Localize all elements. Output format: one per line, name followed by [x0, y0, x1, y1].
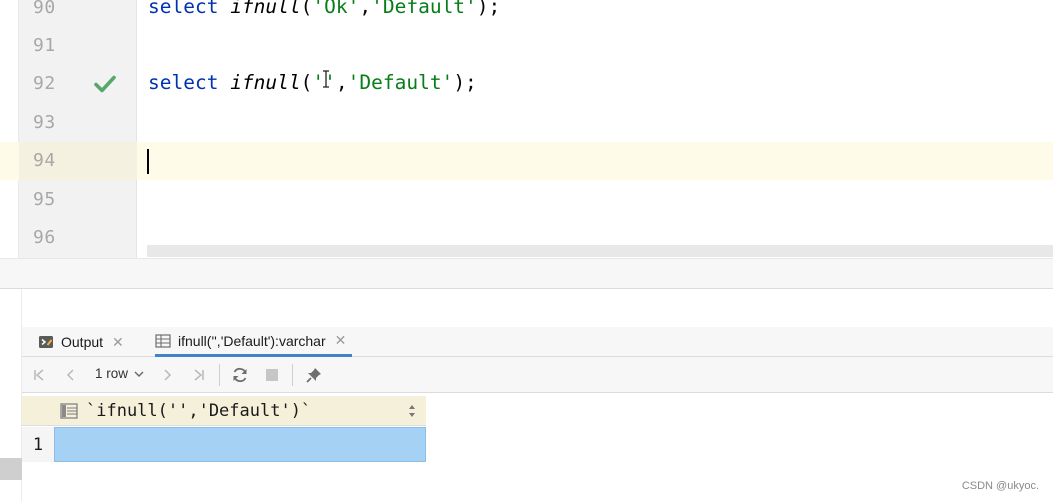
- row-count-label: 1 row: [95, 366, 129, 381]
- next-page-icon[interactable]: [157, 365, 177, 385]
- splitter[interactable]: [0, 258, 1053, 288]
- code-line[interactable]: 95: [0, 181, 1053, 219]
- gutter-cell: 91: [19, 27, 137, 65]
- code-line[interactable]: 93: [0, 104, 1053, 142]
- pin-icon[interactable]: [304, 365, 324, 385]
- result-grid: `ifnull('','Default')` 1: [22, 393, 1053, 501]
- row-marker: [0, 458, 22, 480]
- function-name: ifnull: [230, 71, 301, 94]
- line-number: 95: [33, 189, 56, 210]
- code-line[interactable]: 90 select ifnull('Ok','Default');: [0, 0, 1053, 27]
- services-tool-window: Output ✕ ifnull('','Default'):varchar ✕ …: [0, 288, 1053, 501]
- string-literal: 'Ok': [312, 0, 360, 18]
- result-toolbar: 1 row: [22, 357, 1053, 393]
- tab-bar: Output ✕ ifnull('','Default'):varchar ✕: [22, 327, 1053, 357]
- first-page-icon[interactable]: [29, 365, 49, 385]
- tab-label: ifnull('','Default'):varchar: [178, 332, 326, 349]
- function-name: ifnull: [230, 0, 301, 18]
- chevron-down-icon: [134, 371, 144, 377]
- prev-page-icon[interactable]: [61, 365, 81, 385]
- gutter-cell: 96: [19, 219, 137, 257]
- code-line[interactable]: 92 select ifnull('','Default');: [0, 65, 1053, 103]
- line-number: 94: [33, 150, 56, 171]
- comma: ,: [335, 71, 348, 94]
- code-text: select ifnull('Ok','Default');: [148, 0, 500, 18]
- tab-output[interactable]: Output ✕: [38, 327, 124, 357]
- line-number: 91: [33, 35, 56, 56]
- paren: (: [300, 0, 313, 18]
- code-line[interactable]: 91: [0, 27, 1053, 65]
- toolbar-separator: [219, 364, 220, 386]
- gutter-cell: 94: [19, 142, 137, 180]
- paren: (: [300, 71, 313, 94]
- column-name: `ifnull('','Default')`: [86, 400, 312, 421]
- row-count-dropdown[interactable]: 1 row: [95, 366, 145, 381]
- check-icon[interactable]: [93, 72, 117, 96]
- text-caret: [147, 149, 149, 174]
- table-icon: [155, 333, 171, 348]
- result-cell[interactable]: [54, 427, 426, 462]
- console-icon: [39, 336, 53, 348]
- line-number: 96: [33, 227, 56, 248]
- line-number: 93: [33, 112, 56, 133]
- line-number: 90: [33, 0, 56, 18]
- toolbar-separator: [292, 364, 293, 386]
- close-icon[interactable]: ✕: [112, 334, 124, 351]
- line-number: 92: [33, 73, 56, 94]
- column-header[interactable]: `ifnull('','Default')`: [54, 396, 426, 426]
- keyword: select: [148, 0, 219, 18]
- comma: ,: [359, 0, 372, 18]
- paren: );: [476, 0, 501, 18]
- last-page-icon[interactable]: [189, 365, 209, 385]
- row-number: 1: [22, 427, 54, 462]
- code-text: select ifnull('','Default');: [148, 71, 477, 94]
- gutter-cell: 95: [19, 181, 137, 219]
- column-icon: [60, 402, 78, 419]
- gutter-cell: 92: [19, 65, 137, 103]
- sort-icon[interactable]: [408, 404, 416, 418]
- current-code-line[interactable]: 94: [0, 142, 1053, 180]
- tab-label: Output: [61, 334, 104, 350]
- gutter-cell: 90: [19, 0, 137, 27]
- tab-result[interactable]: ifnull('','Default'):varchar ✕: [155, 327, 353, 357]
- gutter-cell: 93: [19, 104, 137, 142]
- stop-icon[interactable]: [262, 365, 282, 385]
- text-cursor-icon: [323, 70, 329, 88]
- string-literal: 'Default': [347, 71, 454, 94]
- close-icon[interactable]: ✕: [335, 332, 347, 349]
- watermark: CSDN @ukyoc.: [961, 480, 1039, 492]
- string-literal: 'Default': [371, 0, 477, 18]
- keyword: select: [148, 71, 219, 94]
- code-editor[interactable]: 90 select ifnull('Ok','Default'); 91 92 …: [0, 0, 1053, 258]
- row-number-header: [22, 396, 54, 426]
- paren: );: [453, 71, 477, 94]
- horizontal-scrollbar[interactable]: [147, 245, 1053, 257]
- refresh-icon[interactable]: [230, 365, 250, 385]
